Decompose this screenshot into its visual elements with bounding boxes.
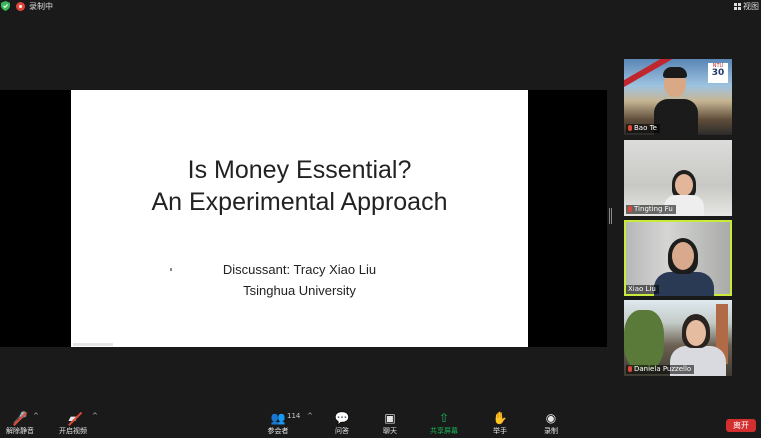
hand-icon: ✋: [492, 411, 508, 425]
participant-count: 114: [287, 412, 301, 420]
record-icon: ◉: [545, 411, 557, 425]
participant-name-label: Daniela Puzzello: [626, 365, 695, 374]
mic-muted-icon: [628, 206, 632, 212]
view-button[interactable]: 视图: [734, 1, 759, 12]
recording-status: 录制中: [29, 2, 53, 11]
chevron-up-icon[interactable]: ^: [33, 412, 39, 420]
recording-icon: [16, 2, 25, 11]
shield-icon[interactable]: [1, 1, 10, 11]
slide-discussant: Discussant: Tracy Xiao Liu: [222, 262, 377, 277]
participant-name-label: Bao Te: [626, 124, 660, 133]
chat-button[interactable]: ▣ 聊天: [367, 407, 413, 438]
slide-title-line1: Is Money Essential?: [187, 156, 412, 184]
participant-name-label: Tingting Fu: [626, 205, 676, 214]
unmute-button[interactable]: 🎤 解除静音 ^: [0, 407, 43, 438]
qa-button[interactable]: 💬 问答: [319, 407, 365, 438]
share-icon: ⇧: [438, 411, 450, 425]
leave-button[interactable]: 离开: [726, 419, 756, 432]
grid-icon: [734, 3, 741, 10]
ntu-logo: NTU 30: [708, 63, 728, 83]
participant-tile[interactable]: Tingting Fu: [624, 140, 732, 216]
meeting-toolbar: 🎤 解除静音 ^ ▰ 开启视频 ^ 👥 参会者 114 ^ 💬 问答 ▣ 聊天 …: [0, 407, 761, 438]
panel-resize-handle[interactable]: [609, 208, 612, 224]
video-off-icon: ▰: [68, 411, 78, 425]
record-button[interactable]: ◉ 录制: [528, 407, 574, 438]
slide-footer: [73, 343, 113, 346]
mic-muted-icon: [628, 125, 632, 131]
chevron-up-icon[interactable]: ^: [307, 412, 313, 420]
participants-button[interactable]: 👥 参会者 114 ^: [255, 407, 313, 438]
share-screen-button[interactable]: ⇧ 共享屏幕: [421, 407, 467, 438]
chat-icon: ▣: [384, 411, 396, 425]
start-video-button[interactable]: ▰ 开启视频 ^: [50, 407, 98, 438]
participant-tile[interactable]: NTU 30 Bao Te: [624, 59, 732, 135]
chevron-up-icon[interactable]: ^: [92, 412, 98, 420]
mic-muted-icon: [628, 366, 632, 372]
slide-affiliation: Tsinghua University: [243, 283, 356, 298]
participant-video: [654, 67, 698, 135]
participant-name-label: Xiao Liu: [626, 285, 659, 294]
qa-icon: 💬: [334, 411, 350, 425]
participant-tile-active-speaker[interactable]: Xiao Liu: [624, 220, 732, 296]
presentation-slide: Is Money Essential? An Experimental Appr…: [71, 90, 528, 347]
top-bar: 录制中 视图: [0, 0, 761, 14]
slide-title-line2: An Experimental Approach: [151, 188, 448, 216]
participant-tile[interactable]: Daniela Puzzello: [624, 300, 732, 376]
view-label: 视图: [743, 2, 759, 11]
raise-hand-button[interactable]: ✋ 举手: [477, 407, 523, 438]
